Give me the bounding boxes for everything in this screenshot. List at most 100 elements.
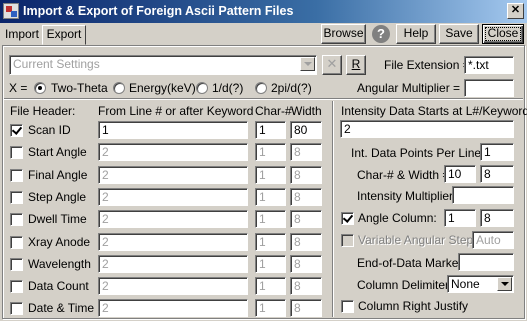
header-row-width-input[interactable]: 8	[290, 210, 322, 228]
clear-settings-button[interactable]: ✕	[322, 55, 342, 75]
header-row-checkbox[interactable]	[10, 124, 23, 137]
app-icon	[3, 3, 19, 19]
chevron-down-icon	[497, 277, 512, 291]
angular-multiplier-input[interactable]	[464, 79, 514, 97]
end-of-data-input[interactable]	[458, 253, 514, 271]
help-icon-button[interactable]: ?	[371, 24, 393, 44]
intensity-char-input[interactable]: 10	[444, 165, 476, 183]
right-justify-label: Column Right Justify	[358, 299, 469, 313]
settings-combo-value: Current Settings	[13, 57, 100, 71]
tab-export[interactable]: Export	[42, 25, 86, 45]
close-button[interactable]: Close	[482, 24, 524, 44]
intensity-width-input[interactable]: 8	[480, 165, 514, 183]
tab-import[interactable]: Import	[2, 26, 42, 44]
intensity-start-input[interactable]: 2	[340, 120, 514, 138]
col-file-header: File Header:	[10, 104, 76, 118]
header-row-checkbox[interactable]	[10, 146, 23, 159]
header-row-line-input[interactable]: 2	[98, 210, 248, 228]
char-width-label: Char-# & Width =	[357, 168, 450, 182]
chevron-down-icon	[300, 57, 315, 71]
file-extension-input[interactable]: *.txt	[464, 56, 514, 74]
column-delimiter-select[interactable]: None	[447, 275, 514, 293]
intensity-start-label: Intensity Data Starts at L#/Keyword:	[341, 104, 527, 118]
header-row-width-input[interactable]: 8	[290, 188, 322, 206]
angle-column-label: Angle Column:	[358, 211, 437, 225]
header-row-width-input[interactable]: 8	[290, 233, 322, 251]
header-row-label: Date & Time	[28, 301, 95, 315]
radio-two-theta-label: Two-Theta	[51, 81, 108, 95]
variable-steps-checkbox[interactable]	[341, 234, 354, 247]
header-row-char-input[interactable]: 1	[255, 143, 286, 161]
column-delimiter-label: Column Delimiter:	[357, 278, 453, 292]
header-row-line-input[interactable]: 1	[98, 121, 248, 139]
header-row-char-input[interactable]: 1	[255, 188, 286, 206]
end-of-data-label: End-of-Data Marker:	[357, 256, 466, 270]
angle-column-checkbox[interactable]	[341, 212, 354, 225]
header-row-label: Data Count	[28, 279, 89, 293]
header-row-width-input[interactable]: 80	[290, 121, 322, 139]
header-row-checkbox[interactable]	[10, 258, 23, 271]
header-row-line-input[interactable]: 2	[98, 299, 248, 317]
window-close-icon[interactable]: ✕	[507, 3, 524, 19]
header-row-line-input[interactable]: 2	[98, 255, 248, 273]
variable-steps-input[interactable]: Auto	[472, 231, 514, 249]
header-row-char-input[interactable]: 1	[255, 277, 286, 295]
header-row-line-input[interactable]: 2	[98, 277, 248, 295]
browse-button[interactable]: Browse	[321, 24, 366, 44]
radio-inverse-d-label: 1/d(?)	[212, 81, 244, 95]
title-bar: Import & Export of Foreign Ascii Pattern…	[0, 0, 527, 23]
header-row-label: Step Angle	[28, 190, 87, 204]
header-row-width-input[interactable]: 8	[290, 277, 322, 295]
header-row-label: Dwell Time	[28, 212, 87, 226]
intensity-multiplier-input[interactable]	[452, 186, 514, 204]
intensity-multiplier-label: Intensity Multiplier =	[357, 189, 464, 203]
save-button[interactable]: Save	[439, 24, 479, 44]
header-row-line-input[interactable]: 2	[98, 188, 248, 206]
header-row-char-input[interactable]: 1	[255, 299, 286, 317]
header-row-width-input[interactable]: 8	[290, 166, 322, 184]
header-row-width-input[interactable]: 8	[290, 299, 322, 317]
header-row-width-input[interactable]: 8	[290, 255, 322, 273]
x-axis-label: X =	[9, 81, 28, 95]
radio-inverse-d[interactable]	[196, 82, 208, 94]
header-row-char-input[interactable]: 1	[255, 255, 286, 273]
header-row-label: Final Angle	[28, 168, 88, 182]
header-row-checkbox[interactable]	[10, 280, 23, 293]
radio-two-theta[interactable]	[34, 82, 46, 94]
header-row-width-input[interactable]: 8	[290, 143, 322, 161]
file-extension-label: File Extension =	[384, 58, 470, 72]
radio-energy-label: Energy(keV)	[129, 81, 196, 95]
header-row-checkbox[interactable]	[10, 213, 23, 226]
angle-column-char-input[interactable]: 1	[444, 209, 476, 227]
header-row-line-input[interactable]: 2	[98, 143, 248, 161]
header-row-checkbox[interactable]	[10, 169, 23, 182]
radio-2pi-d[interactable]	[255, 82, 267, 94]
r-button[interactable]: R	[346, 55, 366, 75]
header-row-checkbox[interactable]	[10, 236, 23, 249]
angle-column-width-input[interactable]: 8	[480, 209, 514, 227]
header-row-char-input[interactable]: 1	[255, 121, 286, 139]
header-row-char-input[interactable]: 1	[255, 233, 286, 251]
right-justify-checkbox[interactable]	[341, 300, 354, 313]
header-row-line-input[interactable]: 2	[98, 233, 248, 251]
points-per-line-input[interactable]: 1	[480, 143, 514, 161]
window-title: Import & Export of Foreign Ascii Pattern…	[23, 4, 294, 18]
help-button[interactable]: Help	[396, 24, 436, 44]
header-row-char-input[interactable]: 1	[255, 166, 286, 184]
vertical-separator	[332, 101, 334, 317]
radio-energy[interactable]	[113, 82, 125, 94]
horizontal-separator	[4, 98, 523, 100]
header-row-checkbox[interactable]	[10, 302, 23, 315]
help-icon: ?	[372, 25, 390, 43]
header-row-checkbox[interactable]	[10, 191, 23, 204]
variable-steps-label: Variable Angular Steps:	[358, 233, 483, 247]
header-row-label: Scan ID	[28, 123, 71, 137]
col-width: Width	[291, 104, 322, 118]
header-row-line-input[interactable]: 2	[98, 166, 248, 184]
settings-combo[interactable]: Current Settings	[9, 55, 317, 75]
header-row-char-input[interactable]: 1	[255, 210, 286, 228]
col-char: Char-#	[255, 104, 292, 118]
column-delimiter-value: None	[451, 277, 480, 291]
col-from-line: From Line # or after Keyword	[98, 104, 254, 118]
header-row-label: Start Angle	[28, 145, 87, 159]
